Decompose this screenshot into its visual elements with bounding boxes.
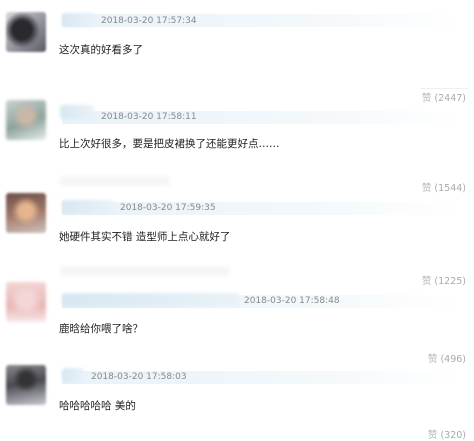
comment-text: 哈哈哈哈哈 美的 <box>59 400 136 412</box>
comment-text: 比上次好很多，要是把皮裙换了还能更好点…… <box>59 138 280 150</box>
avatar[interactable] <box>6 365 46 405</box>
like-count: (2447) <box>434 93 466 104</box>
comment-timestamp: 2018-03-20 17:58:48 <box>244 296 340 306</box>
comment-text: 鹿晗给你喂了啥？ <box>59 323 143 335</box>
like-button[interactable]: 赞 (1225) <box>422 273 466 287</box>
comment-text: 她硬件其实不错 造型师上点心就好了 <box>59 231 231 243</box>
like-label: 赞 <box>421 183 432 194</box>
like-count: (320) <box>440 430 466 441</box>
username-blurred[interactable] <box>62 200 114 214</box>
comment-text: 这次真的好看多了 <box>59 44 143 56</box>
comment-timestamp: 2018-03-20 17:58:03 <box>91 372 187 382</box>
like-label: 赞 <box>427 354 438 365</box>
comment-timestamp: 2018-03-20 17:57:34 <box>101 16 197 26</box>
username-blurred[interactable] <box>60 105 94 119</box>
avatar[interactable] <box>6 193 46 233</box>
username-blurred[interactable] <box>62 368 84 382</box>
like-label: 赞 <box>421 276 432 287</box>
username-blurred[interactable] <box>62 13 94 27</box>
like-count: (496) <box>440 354 466 365</box>
comment-timestamp: 2018-03-20 17:58:11 <box>101 112 197 122</box>
avatar[interactable] <box>6 282 46 322</box>
like-label: 赞 <box>421 93 432 104</box>
username-blurred[interactable] <box>62 293 240 307</box>
comment-timestamp: 2018-03-20 17:59:35 <box>120 203 216 213</box>
blurred-area <box>60 176 170 186</box>
divider <box>420 88 468 89</box>
like-button[interactable]: 赞 (320) <box>428 427 466 441</box>
like-count: (1225) <box>434 276 466 287</box>
avatar[interactable] <box>6 100 46 140</box>
avatar[interactable] <box>6 12 46 52</box>
like-button[interactable]: 赞 (1544) <box>422 180 466 194</box>
like-button[interactable]: 赞 (496) <box>428 351 466 365</box>
blurred-area <box>60 266 230 276</box>
like-button[interactable]: 赞 (2447) <box>422 90 466 104</box>
like-count: (1544) <box>434 183 466 194</box>
like-label: 赞 <box>427 430 438 441</box>
